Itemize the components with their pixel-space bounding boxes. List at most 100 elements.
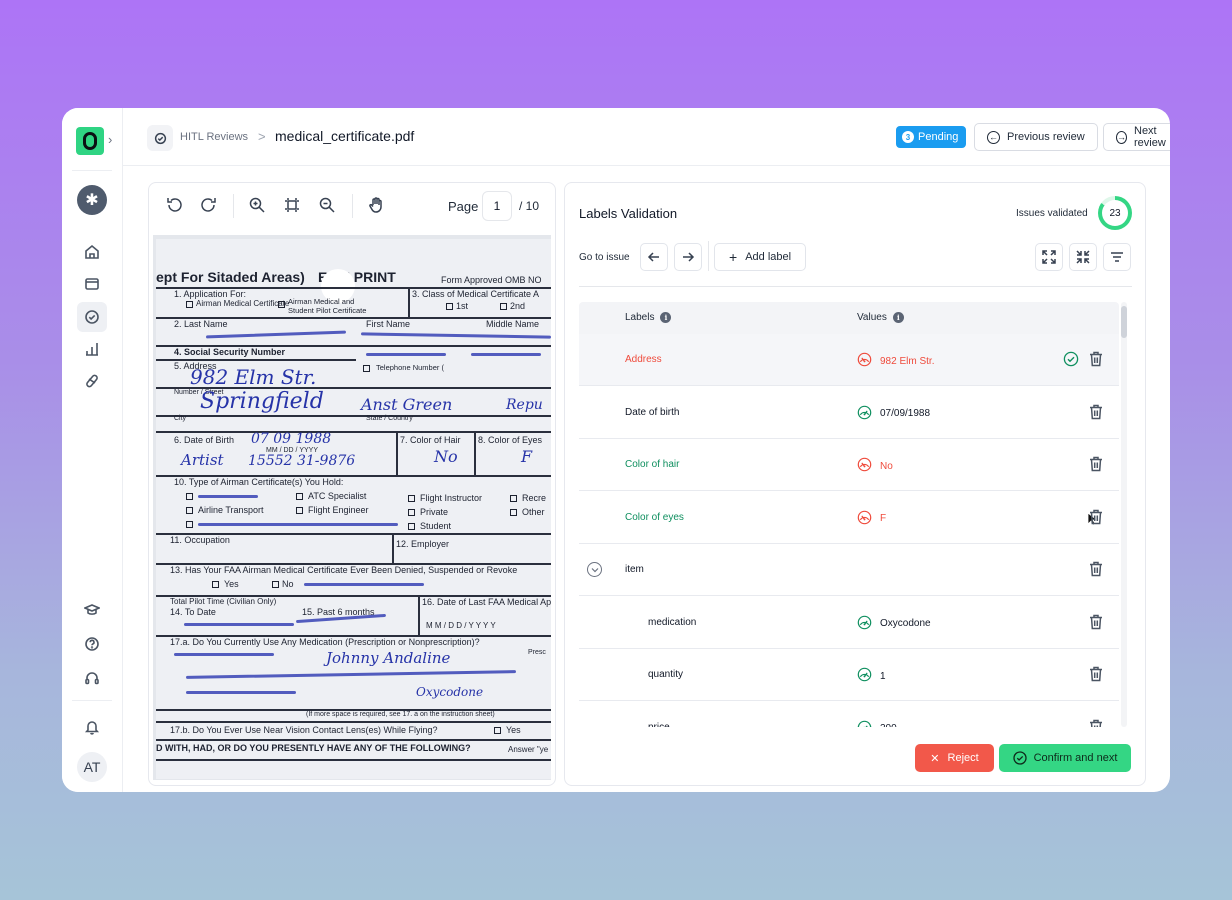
hand-icon[interactable]: [366, 195, 386, 215]
column-values-text: Values: [857, 312, 887, 323]
form-field-label: D WITH, HAD, OR DO YOU PRESENTLY HAVE AN…: [156, 743, 471, 753]
validate-check-icon[interactable]: [1063, 351, 1079, 367]
breadcrumb-parent[interactable]: HITL Reviews: [180, 131, 248, 143]
form-field-label: First Name: [366, 319, 411, 329]
row-value[interactable]: 982 Elm Str.: [857, 352, 934, 370]
document-page[interactable]: ept For Sitaded Areas) E SE PRINT Form A…: [153, 235, 551, 780]
form-checkbox: [278, 301, 285, 308]
row-value[interactable]: 200: [857, 720, 897, 727]
page-label: Page: [448, 199, 479, 214]
next-review-label: Next review: [1134, 125, 1166, 149]
handwriting-scribble: [174, 653, 274, 656]
pending-badge[interactable]: 3 Pending: [896, 126, 967, 148]
reject-button[interactable]: ✕ Reject: [915, 744, 994, 772]
rotate-left-icon[interactable]: [164, 195, 184, 215]
previous-issue-button[interactable]: [640, 243, 668, 271]
trash-icon[interactable]: [1089, 456, 1103, 472]
bar-chart-icon[interactable]: [77, 334, 107, 364]
page-title: medical_certificate.pdf: [275, 128, 415, 144]
table-row[interactable]: Date of birth 07/09/1988: [579, 387, 1119, 439]
chevron-right-icon[interactable]: ›: [108, 132, 112, 147]
trash-icon[interactable]: [1089, 614, 1103, 630]
zoom-out-icon[interactable]: [317, 195, 337, 215]
row-value[interactable]: Oxycodone: [857, 615, 931, 633]
browser-window-icon[interactable]: [77, 269, 107, 299]
form-field-label: 14. To Date: [170, 607, 216, 617]
expand-all-button[interactable]: [1035, 243, 1063, 271]
close-icon: ✕: [930, 752, 940, 765]
app-logo[interactable]: [76, 127, 104, 155]
trash-icon[interactable]: [1089, 509, 1103, 525]
form-field-label: Flight Engineer: [308, 505, 369, 515]
next-issue-button[interactable]: [674, 243, 702, 271]
table-row[interactable]: medication Oxycodone: [579, 597, 1119, 649]
form-field-label: 12. Employer: [396, 539, 450, 549]
handwritten-city: Springfield: [200, 389, 324, 414]
trash-icon[interactable]: [1089, 351, 1103, 367]
confidence-gauge-icon: [857, 510, 872, 528]
check-circle-icon[interactable]: [77, 302, 107, 332]
form-field-label: Recre: [522, 493, 547, 503]
confirm-next-button[interactable]: Confirm and next: [999, 744, 1131, 772]
collapse-all-button[interactable]: [1069, 243, 1097, 271]
handwritten-eyes: F: [521, 447, 533, 466]
graduation-cap-icon[interactable]: [77, 595, 107, 625]
table-scrollbar[interactable]: [1121, 302, 1127, 727]
confidence-gauge-icon: [857, 667, 872, 685]
handwritten-dob: 07 09 1988: [251, 431, 332, 447]
row-label: Date of birth: [625, 406, 680, 418]
filter-button[interactable]: [1103, 243, 1131, 271]
handwriting-scribble: [185, 670, 517, 679]
row-value[interactable]: 07/09/1988: [857, 405, 930, 423]
next-review-button[interactable]: → Next review: [1103, 123, 1170, 151]
trash-icon[interactable]: [1089, 719, 1103, 727]
app-window: › ✱ AT HITL Reviews > medical_certificat…: [62, 108, 1170, 792]
rotate-right-icon[interactable]: [199, 195, 219, 215]
pending-label: Pending: [918, 131, 959, 143]
user-avatar[interactable]: AT: [77, 752, 107, 782]
form-checkbox: [408, 509, 415, 516]
table-row[interactable]: quantity 1: [579, 649, 1119, 701]
form-field-label: 2. Last Name: [174, 319, 228, 329]
workspace-avatar[interactable]: ✱: [77, 185, 107, 215]
issues-progress-ring: 23: [1098, 196, 1132, 230]
table-row[interactable]: Address 982 Elm Str.: [579, 334, 1119, 526]
chevron-down-icon[interactable]: [587, 562, 602, 577]
form-checkbox: [408, 523, 415, 530]
form-field-label: Telephone Number (: [376, 363, 444, 372]
table-row[interactable]: price 200: [579, 702, 1119, 727]
trash-icon[interactable]: [1089, 666, 1103, 682]
table-row[interactable]: Color of hair No: [579, 439, 1119, 491]
info-icon[interactable]: i: [892, 312, 904, 323]
info-icon[interactable]: i: [660, 312, 672, 323]
handwriting-scribble: [366, 353, 446, 356]
row-value[interactable]: F: [857, 510, 886, 528]
row-value[interactable]: 1: [857, 667, 886, 685]
row-label: quantity: [648, 669, 684, 680]
trash-icon[interactable]: [1089, 561, 1103, 577]
table-row[interactable]: Color of eyes F: [579, 492, 1119, 544]
fit-page-icon[interactable]: [282, 195, 302, 215]
row-value-text: F: [880, 513, 887, 524]
table-row[interactable]: item: [579, 544, 1119, 596]
form-rule: [156, 721, 551, 723]
handwritten-ssn: 15552 31-9876: [248, 453, 356, 469]
form-checkbox: [296, 493, 303, 500]
add-label-button[interactable]: + Add label: [714, 243, 806, 271]
zoom-in-icon[interactable]: [247, 195, 267, 215]
page-number-input[interactable]: 1: [482, 191, 512, 221]
pill-icon[interactable]: [77, 366, 107, 396]
help-icon[interactable]: [77, 629, 107, 659]
trash-icon[interactable]: [1089, 404, 1103, 420]
bell-icon[interactable]: [77, 712, 107, 742]
form-field-label: 11. Occupation: [170, 535, 230, 545]
form-approved: Form Approved OMB NO: [441, 275, 542, 285]
form-field-label: Other: [522, 507, 545, 517]
scrollbar-thumb[interactable]: [1121, 306, 1127, 338]
home-icon[interactable]: [77, 237, 107, 267]
previous-review-button[interactable]: ← Previous review: [974, 123, 1098, 151]
row-value-text: No: [880, 460, 893, 472]
row-value[interactable]: No: [857, 457, 893, 475]
form-checkbox: [186, 507, 193, 514]
headset-icon[interactable]: [77, 663, 107, 693]
